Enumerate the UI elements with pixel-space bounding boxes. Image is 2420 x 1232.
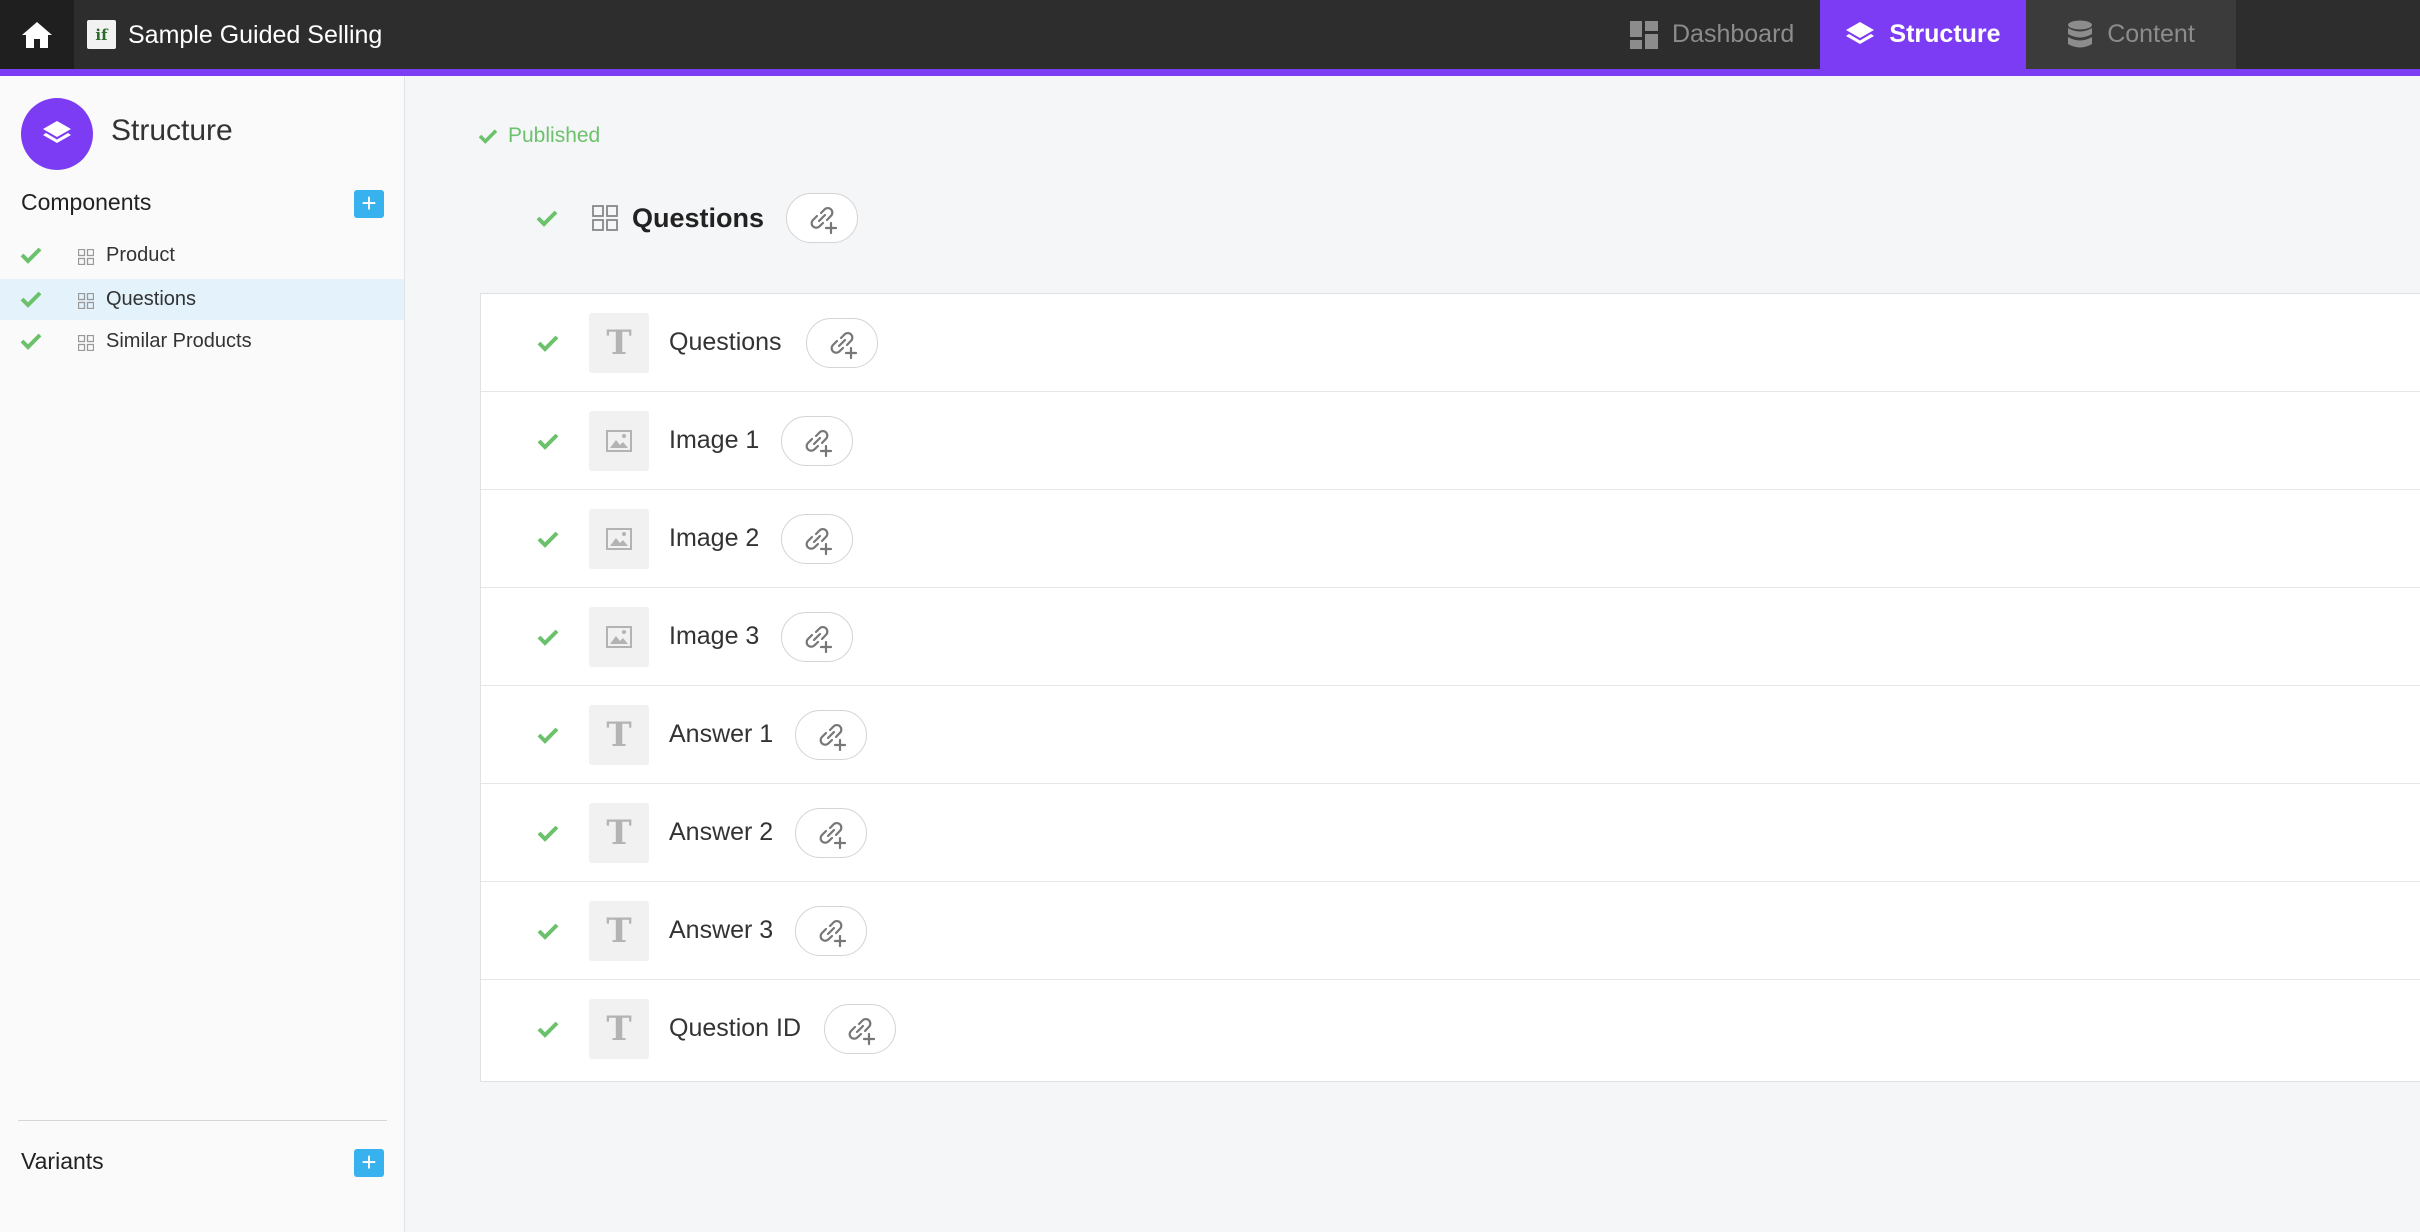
check-icon bbox=[20, 247, 42, 264]
link-add-icon bbox=[819, 723, 847, 752]
field-name: Question ID bbox=[669, 1014, 802, 1042]
check-icon bbox=[537, 335, 559, 352]
check-icon bbox=[537, 531, 559, 548]
link-add-icon bbox=[848, 1017, 876, 1046]
sidebar-divider bbox=[18, 1120, 387, 1121]
grid-icon bbox=[592, 205, 618, 231]
add-component-button[interactable]: + bbox=[354, 190, 384, 218]
link-add-icon bbox=[830, 331, 858, 360]
link-add-icon bbox=[805, 527, 833, 556]
structure-avatar bbox=[21, 98, 93, 170]
dashboard-icon bbox=[1630, 20, 1658, 49]
add-link-button[interactable] bbox=[795, 906, 867, 956]
field-row-question-id[interactable]: T Question ID bbox=[481, 980, 2420, 1078]
check-icon bbox=[536, 210, 558, 227]
home-icon bbox=[22, 21, 52, 48]
field-name: Answer 1 bbox=[669, 720, 774, 748]
check-icon bbox=[478, 129, 498, 144]
text-type-icon: T bbox=[589, 901, 649, 961]
image-type-icon bbox=[589, 411, 649, 471]
component-header: Questions bbox=[536, 193, 859, 243]
sidebar: Structure Components + Product Questions… bbox=[0, 76, 405, 1232]
add-variant-button[interactable]: + bbox=[354, 1149, 384, 1177]
image-type-icon bbox=[589, 509, 649, 569]
status-badge: Published bbox=[478, 124, 600, 148]
field-name: Image 1 bbox=[669, 426, 760, 454]
check-icon bbox=[20, 291, 42, 308]
field-row-image-3[interactable]: Image 3 bbox=[481, 588, 2420, 686]
topbar-accent-line bbox=[0, 69, 2420, 76]
app-title[interactable]: Sample Guided Selling bbox=[128, 20, 382, 50]
text-type-icon: T bbox=[589, 999, 649, 1059]
add-link-button[interactable] bbox=[795, 808, 867, 858]
text-type-icon: T bbox=[589, 803, 649, 863]
link-add-icon bbox=[805, 625, 833, 654]
database-icon bbox=[2067, 20, 2093, 50]
text-type-icon: T bbox=[589, 705, 649, 765]
top-nav-bar: if Sample Guided Selling Dashboard Struc… bbox=[0, 0, 2420, 69]
add-link-button[interactable] bbox=[824, 1004, 896, 1054]
grid-icon bbox=[78, 293, 94, 309]
add-link-button[interactable] bbox=[781, 416, 853, 466]
sidebar-item-product[interactable]: Product bbox=[0, 235, 404, 276]
field-name: Answer 3 bbox=[669, 916, 774, 944]
field-row-image-2[interactable]: Image 2 bbox=[481, 490, 2420, 588]
field-row-image-1[interactable]: Image 1 bbox=[481, 392, 2420, 490]
grid-icon bbox=[78, 335, 94, 351]
variants-heading: Variants bbox=[21, 1148, 104, 1174]
check-icon bbox=[537, 433, 559, 450]
link-add-icon bbox=[810, 206, 838, 235]
check-icon bbox=[20, 333, 42, 350]
check-icon bbox=[537, 825, 559, 842]
check-icon bbox=[537, 629, 559, 646]
add-link-button[interactable] bbox=[806, 318, 878, 368]
sidebar-item-label: Product bbox=[106, 244, 175, 266]
tab-content-label: Content bbox=[2107, 20, 2195, 48]
sidebar-item-questions[interactable]: Questions bbox=[0, 279, 404, 320]
status-text: Published bbox=[508, 124, 601, 147]
field-row-answer-1[interactable]: T Answer 1 bbox=[481, 686, 2420, 784]
field-row-answer-3[interactable]: T Answer 3 bbox=[481, 882, 2420, 980]
add-link-button[interactable] bbox=[781, 612, 853, 662]
field-name: Questions bbox=[669, 328, 782, 356]
check-icon bbox=[537, 1021, 559, 1038]
grid-icon bbox=[78, 249, 94, 265]
link-add-icon bbox=[819, 919, 847, 948]
field-row-answer-2[interactable]: T Answer 2 bbox=[481, 784, 2420, 882]
field-list: T Questions Image 1 Image 2 Image 3 T An… bbox=[480, 293, 2420, 1082]
sidebar-title: Structure bbox=[111, 114, 233, 147]
image-type-icon bbox=[589, 607, 649, 667]
text-type-icon: T bbox=[589, 313, 649, 373]
tab-dashboard[interactable]: Dashboard bbox=[1630, 0, 1800, 69]
tab-content[interactable]: Content bbox=[2026, 0, 2236, 69]
sidebar-item-label: Similar Products bbox=[106, 330, 252, 352]
link-add-icon bbox=[819, 821, 847, 850]
layers-icon bbox=[1845, 21, 1875, 49]
tab-structure-label: Structure bbox=[1889, 20, 2001, 48]
component-title: Questions bbox=[632, 202, 765, 233]
home-button[interactable] bbox=[0, 0, 74, 69]
app-logo: if bbox=[87, 20, 116, 49]
add-link-button[interactable] bbox=[781, 514, 853, 564]
add-link-button[interactable] bbox=[786, 193, 859, 243]
tab-dashboard-label: Dashboard bbox=[1672, 20, 1795, 48]
link-add-icon bbox=[805, 429, 833, 458]
components-heading: Components bbox=[21, 189, 152, 215]
field-name: Answer 2 bbox=[669, 818, 774, 846]
sidebar-item-label: Questions bbox=[106, 288, 197, 310]
add-link-button[interactable] bbox=[795, 710, 867, 760]
field-row-questions[interactable]: T Questions bbox=[481, 294, 2420, 392]
layers-icon bbox=[43, 121, 71, 143]
sidebar-item-similar-products[interactable]: Similar Products bbox=[0, 321, 404, 362]
check-icon bbox=[537, 923, 559, 940]
tab-structure[interactable]: Structure bbox=[1820, 0, 2026, 69]
field-name: Image 3 bbox=[669, 622, 760, 650]
check-icon bbox=[537, 727, 559, 744]
field-name: Image 2 bbox=[669, 524, 760, 552]
